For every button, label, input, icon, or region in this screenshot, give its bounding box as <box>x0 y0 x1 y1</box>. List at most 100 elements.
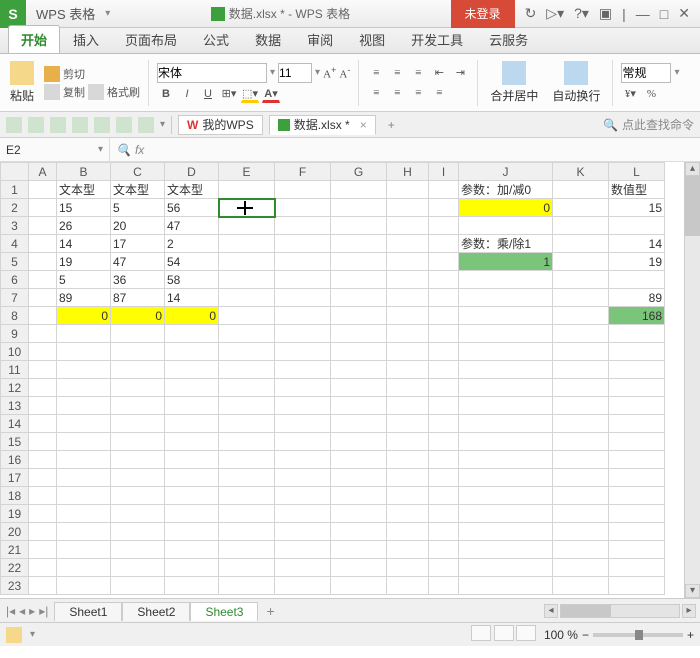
cell-F21[interactable] <box>275 541 331 559</box>
cell-F18[interactable] <box>275 487 331 505</box>
login-button[interactable]: 未登录 <box>451 0 515 28</box>
cell-I11[interactable] <box>429 361 459 379</box>
align-left-icon[interactable]: ≡ <box>367 84 385 102</box>
cell-A22[interactable] <box>29 559 57 577</box>
cell-E8[interactable] <box>219 307 275 325</box>
qat-icon[interactable] <box>6 117 22 133</box>
qat-dropdown-icon[interactable]: ▾ <box>160 119 165 130</box>
cell-J6[interactable] <box>459 271 553 289</box>
cell-L18[interactable] <box>609 487 665 505</box>
cell-L5[interactable]: 19 <box>609 253 665 271</box>
cell-J3[interactable] <box>459 217 553 235</box>
cell-C8[interactable]: 0 <box>111 307 165 325</box>
cell-K13[interactable] <box>553 397 609 415</box>
col-header-C[interactable]: C <box>111 163 165 181</box>
cell-F17[interactable] <box>275 469 331 487</box>
zoom-thumb[interactable] <box>635 630 643 640</box>
cell-E22[interactable] <box>219 559 275 577</box>
cell-F16[interactable] <box>275 451 331 469</box>
formula-bar[interactable] <box>150 138 700 162</box>
cell-D3[interactable]: 47 <box>165 217 219 235</box>
cell-A10[interactable] <box>29 343 57 361</box>
cell-A7[interactable] <box>29 289 57 307</box>
cell-G3[interactable] <box>331 217 387 235</box>
cell-E12[interactable] <box>219 379 275 397</box>
number-format-combo[interactable] <box>621 63 671 83</box>
ribbon-tab-视图[interactable]: 视图 <box>346 25 398 53</box>
cell-B3[interactable]: 26 <box>57 217 111 235</box>
grid[interactable]: ABCDEFGHIJKL1文本型文本型文本型参数：加/减0数值型21555601… <box>0 162 665 595</box>
fill-color-button[interactable]: ⬚▾ <box>241 85 259 103</box>
row-header-8[interactable]: 8 <box>1 307 29 325</box>
row-header-15[interactable]: 15 <box>1 433 29 451</box>
row-header-9[interactable]: 9 <box>1 325 29 343</box>
cell-G4[interactable] <box>331 235 387 253</box>
cell-J10[interactable] <box>459 343 553 361</box>
align-bottom-icon[interactable]: ≡ <box>409 64 427 82</box>
zoom-out-icon[interactable]: − <box>582 628 589 642</box>
cell-A9[interactable] <box>29 325 57 343</box>
cell-C23[interactable] <box>111 577 165 595</box>
row-header-23[interactable]: 23 <box>1 577 29 595</box>
cell-B7[interactable]: 89 <box>57 289 111 307</box>
row-header-4[interactable]: 4 <box>1 235 29 253</box>
cell-D21[interactable] <box>165 541 219 559</box>
cell-J17[interactable] <box>459 469 553 487</box>
cell-J19[interactable] <box>459 505 553 523</box>
cell-A21[interactable] <box>29 541 57 559</box>
cell-I17[interactable] <box>429 469 459 487</box>
status-doc-icon[interactable] <box>6 627 22 643</box>
sheet-tab-Sheet2[interactable]: Sheet2 <box>122 602 190 621</box>
cell-G17[interactable] <box>331 469 387 487</box>
cell-A8[interactable] <box>29 307 57 325</box>
cell-B21[interactable] <box>57 541 111 559</box>
row-header-21[interactable]: 21 <box>1 541 29 559</box>
skin-icon[interactable]: ▷▾ <box>546 5 564 22</box>
cell-H17[interactable] <box>387 469 429 487</box>
cell-C3[interactable]: 20 <box>111 217 165 235</box>
ribbon-tab-数据[interactable]: 数据 <box>242 25 294 53</box>
cell-K16[interactable] <box>553 451 609 469</box>
cut-button[interactable]: 剪切 <box>44 66 140 82</box>
row-header-10[interactable]: 10 <box>1 343 29 361</box>
cell-H12[interactable] <box>387 379 429 397</box>
cell-J2[interactable]: 0 <box>459 199 553 217</box>
my-wps-tab[interactable]: W 我的WPS <box>178 115 263 135</box>
cell-H10[interactable] <box>387 343 429 361</box>
cell-C10[interactable] <box>111 343 165 361</box>
cell-H13[interactable] <box>387 397 429 415</box>
bold-button[interactable]: B <box>157 85 175 103</box>
cell-I10[interactable] <box>429 343 459 361</box>
cell-G8[interactable] <box>331 307 387 325</box>
cell-L8[interactable]: 168 <box>609 307 665 325</box>
scroll-up-icon[interactable]: ▴ <box>685 162 700 176</box>
cell-A15[interactable] <box>29 433 57 451</box>
cell-L21[interactable] <box>609 541 665 559</box>
row-header-18[interactable]: 18 <box>1 487 29 505</box>
cell-K20[interactable] <box>553 523 609 541</box>
row-header-11[interactable]: 11 <box>1 361 29 379</box>
scroll-right-icon[interactable]: ▸ <box>682 604 696 618</box>
col-header-H[interactable]: H <box>387 163 429 181</box>
scroll-down-icon[interactable]: ▾ <box>685 584 700 598</box>
row-header-20[interactable]: 20 <box>1 523 29 541</box>
cell-H2[interactable] <box>387 199 429 217</box>
cell-L15[interactable] <box>609 433 665 451</box>
chevron-down-icon[interactable]: ▾ <box>30 629 35 640</box>
cell-I15[interactable] <box>429 433 459 451</box>
cell-G2[interactable] <box>331 199 387 217</box>
cell-D7[interactable]: 14 <box>165 289 219 307</box>
cell-F20[interactable] <box>275 523 331 541</box>
minimize-icon[interactable]: — <box>636 6 650 22</box>
cell-D8[interactable]: 0 <box>165 307 219 325</box>
ribbon-tab-开发工具[interactable]: 开发工具 <box>398 25 476 53</box>
first-sheet-icon[interactable]: |◂ <box>6 604 15 618</box>
cell-I6[interactable] <box>429 271 459 289</box>
cell-L9[interactable] <box>609 325 665 343</box>
align-top-icon[interactable]: ≡ <box>367 64 385 82</box>
cell-C6[interactable]: 36 <box>111 271 165 289</box>
cell-B5[interactable]: 19 <box>57 253 111 271</box>
cell-G6[interactable] <box>331 271 387 289</box>
cell-L11[interactable] <box>609 361 665 379</box>
increase-font-icon[interactable]: A+ <box>323 65 336 81</box>
